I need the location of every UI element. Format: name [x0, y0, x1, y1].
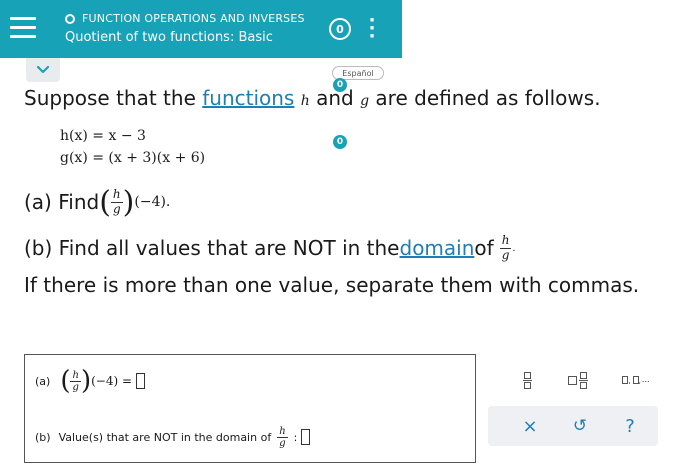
frac-den: g: [279, 437, 286, 449]
progress-counter[interactable]: 0: [329, 18, 351, 40]
chevron-down-icon: [36, 65, 50, 74]
menu-icon[interactable]: [10, 17, 36, 43]
g-definition: g(x) = (x + 3)(x + 6): [60, 150, 206, 166]
topic-bar: FUNCTION OPERATIONS AND INVERSES Quotien…: [0, 0, 402, 58]
list-tool-button[interactable]: , , ...: [614, 368, 658, 392]
list-ellipsis: ...: [641, 375, 650, 384]
expand-button[interactable]: [26, 58, 60, 82]
answer-b-text: Value(s) that are NOT in the domain of: [58, 430, 272, 444]
answer-a-input[interactable]: [136, 373, 146, 389]
answer-b-colon: :: [293, 430, 298, 444]
part-b-text-post: of: [474, 236, 494, 260]
more-options-icon[interactable]: · · ·: [367, 12, 377, 46]
action-toolbar: × ↺ ?: [488, 406, 658, 446]
definition-count-badge: 0: [333, 135, 347, 149]
answer-b-input[interactable]: [301, 429, 311, 445]
h-over-g-fraction: h g: [110, 187, 123, 216]
instruction-text: If there is more than one value, separat…: [24, 273, 640, 297]
answer-box: (a) ( h g ) (−4) = (b) Value(s) that are…: [24, 354, 476, 463]
frac-num: h: [110, 187, 123, 203]
mixed-number-tool-button[interactable]: [560, 368, 596, 392]
answer-a-label: (a): [35, 374, 51, 388]
answer-b-label: (b): [35, 430, 51, 444]
fraction-icon: [522, 371, 532, 389]
intro-text-pre: Suppose that the: [24, 86, 203, 110]
answer-b-row: (b) Value(s) that are NOT in the domain …: [35, 422, 311, 452]
answer-a-row: (a) ( h g ) (−4) =: [35, 365, 146, 397]
part-a-argument: (−4).: [134, 194, 171, 210]
part-a-prompt: (a) Find ( h g ) (−4).: [24, 184, 171, 220]
part-b-text-pre: (b) Find all values that are NOT in the: [24, 236, 400, 260]
frac-den: g: [72, 381, 79, 393]
h-over-g-fraction-b: h g: [499, 233, 512, 262]
list-icon: , , ...: [622, 375, 650, 385]
intro-and: and: [309, 86, 361, 110]
undo-button[interactable]: ↺: [568, 414, 592, 438]
top-header: FUNCTION OPERATIONS AND INVERSES Quotien…: [0, 0, 700, 58]
problem-intro: Suppose that the functions h and g are d…: [24, 86, 601, 110]
fraction-tool-button[interactable]: [516, 368, 538, 392]
clear-button[interactable]: ×: [518, 414, 542, 438]
mixed-number-icon: [568, 371, 588, 389]
h-symbol: h: [300, 93, 310, 109]
topic-dot-icon: [65, 14, 75, 24]
g-symbol: g: [360, 93, 370, 109]
frac-num: h: [70, 369, 81, 382]
answer-a-fraction: h g: [70, 369, 81, 393]
frac-den: g: [501, 247, 510, 262]
frac-num: h: [277, 425, 288, 438]
topic-label: FUNCTION OPERATIONS AND INVERSES: [82, 12, 305, 25]
answer-b-fraction: h g: [277, 425, 288, 449]
frac-den: g: [112, 201, 121, 216]
functions-link[interactable]: functions: [202, 86, 294, 110]
domain-link[interactable]: domain: [400, 236, 475, 260]
frac-num: h: [499, 233, 512, 249]
h-definition: h(x) = x − 3: [60, 128, 146, 144]
help-button[interactable]: ?: [618, 414, 642, 438]
answer-a-argument: (−4) =: [91, 374, 133, 388]
lesson-title: Quotient of two functions: Basic: [65, 30, 273, 45]
part-b-prompt: (b) Find all values that are NOT in the …: [24, 233, 516, 262]
intro-text-post: are defined as follows.: [369, 86, 601, 110]
part-a-label: (a) Find: [24, 190, 100, 214]
